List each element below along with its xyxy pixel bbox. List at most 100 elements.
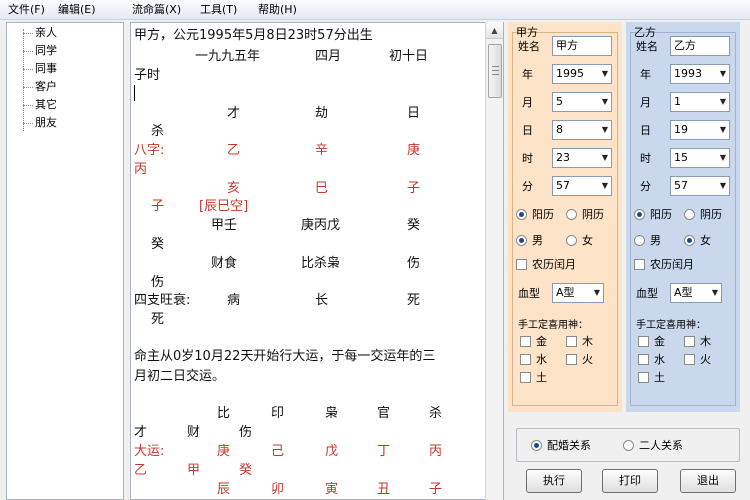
radio-pair-relation[interactable] bbox=[623, 440, 634, 451]
radio-lunar[interactable] bbox=[684, 209, 695, 220]
blood-select[interactable]: A型 ▼ bbox=[552, 283, 604, 303]
luck-stem-5: 丙 bbox=[429, 444, 443, 459]
element-checkbox-fire[interactable] bbox=[566, 354, 577, 365]
luck-branch-4: 丑 bbox=[377, 482, 391, 497]
element-checkbox-water[interactable] bbox=[520, 354, 531, 365]
hour-cn: 子时 bbox=[134, 68, 161, 83]
branch-day: 子 bbox=[407, 181, 421, 196]
radio-solar[interactable] bbox=[516, 209, 527, 220]
blood-select[interactable]: A型 ▼ bbox=[670, 283, 722, 303]
dayun-line-1: 命主从0岁10月22天开始行大运，于每一交运年的三 bbox=[134, 349, 436, 364]
male-label: 男 bbox=[532, 234, 543, 247]
contact-tree: 亲人 同学 同事 客户 其它 朋友 bbox=[6, 22, 124, 500]
manual-god-label: 手工定喜用神： bbox=[518, 320, 588, 331]
element-label-fire: 火 bbox=[700, 353, 711, 366]
female-label: 女 bbox=[700, 234, 711, 247]
vertical-scrollbar[interactable]: ▲ bbox=[485, 22, 503, 500]
luck-god-row2-2: 财 bbox=[187, 425, 201, 440]
element-label-wood: 木 bbox=[582, 335, 593, 348]
manual-god-label: 手工定喜用神： bbox=[636, 320, 706, 331]
hour-select[interactable]: 23 ▼ bbox=[552, 148, 612, 168]
radio-male[interactable] bbox=[634, 235, 645, 246]
element-checkbox-metal[interactable] bbox=[520, 336, 531, 347]
year-select[interactable]: 1993 ▼ bbox=[670, 64, 730, 84]
luck-row-b-1: 乙 bbox=[134, 463, 148, 478]
day-select[interactable]: 19 ▼ bbox=[670, 120, 730, 140]
radio-marriage-match[interactable] bbox=[531, 440, 542, 451]
hidden-gods-hour: 伤 bbox=[151, 275, 165, 290]
result-text-area[interactable]: 甲方，公元1995年5月8日23时57分出生 一九九五年 四月 初十日 子时 才… bbox=[130, 22, 504, 500]
minute-select[interactable]: 57 ▼ bbox=[552, 176, 612, 196]
stem-month: 辛 bbox=[315, 143, 329, 158]
menu-tools[interactable]: 工具(T) bbox=[200, 2, 237, 18]
luck-stem-3: 戊 bbox=[325, 444, 339, 459]
chevron-down-icon: ▼ bbox=[719, 153, 726, 162]
year-select[interactable]: 1995 ▼ bbox=[552, 64, 612, 84]
element-label-water: 水 bbox=[536, 353, 547, 366]
stem-year: 乙 bbox=[227, 143, 241, 158]
hidden-gods-day: 伤 bbox=[407, 256, 421, 271]
element-checkbox-wood[interactable] bbox=[566, 336, 577, 347]
pair-relation-label: 二人关系 bbox=[639, 439, 683, 452]
name-input[interactable]: 乙方 bbox=[670, 36, 730, 56]
solar-label: 阳历 bbox=[532, 208, 554, 221]
menu-help[interactable]: 帮助(H) bbox=[258, 2, 297, 18]
god-month: 劫 bbox=[315, 106, 329, 121]
solar-label: 阳历 bbox=[650, 208, 672, 221]
panel-title: 甲方 bbox=[516, 26, 538, 39]
scroll-up-arrow-icon[interactable]: ▲ bbox=[486, 22, 503, 39]
luck-row-b-2: 甲 bbox=[187, 463, 201, 478]
luck-god-row2-1: 才 bbox=[134, 425, 148, 440]
panel-person-b: 乙方 姓名 乙方 年 1993 ▼ 月 1 ▼ 日 19 ▼ 时 15 ▼ 分 57 ▼ … bbox=[626, 22, 740, 412]
chevron-down-icon: ▼ bbox=[719, 181, 726, 190]
chevron-down-icon: ▼ bbox=[601, 153, 608, 162]
leap-month-checkbox[interactable] bbox=[634, 259, 645, 270]
hidden-hour: 癸 bbox=[151, 237, 165, 252]
menu-file[interactable]: 文件(F) bbox=[8, 2, 45, 18]
app-window: 文件(F) 编辑(E) 流命篇(X) 工具(T) 帮助(H) 亲人 同学 同事 … bbox=[0, 0, 750, 500]
element-checkbox-earth[interactable] bbox=[520, 372, 531, 383]
bazi-label: 八字: bbox=[134, 143, 165, 158]
element-checkbox-fire[interactable] bbox=[684, 354, 695, 365]
name-label: 姓名 bbox=[636, 40, 658, 53]
leap-month-label: 农历闰月 bbox=[650, 258, 694, 271]
radio-lunar[interactable] bbox=[566, 209, 577, 220]
branch-month: 巳 bbox=[315, 181, 329, 196]
scroll-grip bbox=[492, 70, 499, 71]
element-checkbox-earth[interactable] bbox=[638, 372, 649, 383]
day-select[interactable]: 8 ▼ bbox=[552, 120, 612, 140]
leap-month-checkbox[interactable] bbox=[516, 259, 527, 270]
print-button[interactable]: 打印 bbox=[602, 469, 658, 493]
radio-male[interactable] bbox=[516, 235, 527, 246]
element-checkbox-water[interactable] bbox=[638, 354, 649, 365]
luck-stem-2: 己 bbox=[271, 444, 285, 459]
scroll-thumb[interactable] bbox=[488, 44, 502, 98]
radio-female[interactable] bbox=[566, 235, 577, 246]
menu-edit[interactable]: 编辑(E) bbox=[58, 2, 96, 18]
radio-female[interactable] bbox=[684, 235, 695, 246]
wangshuai-month: 长 bbox=[315, 293, 329, 308]
dayun-line-2: 月初二日交运。 bbox=[134, 369, 226, 384]
chevron-down-icon: ▼ bbox=[719, 125, 726, 134]
run-button[interactable]: 执行 bbox=[526, 469, 582, 493]
day-label: 日 bbox=[640, 124, 651, 137]
radio-solar[interactable] bbox=[634, 209, 645, 220]
chevron-down-icon: ▼ bbox=[601, 125, 608, 134]
luck-stem-1: 庚 bbox=[217, 444, 231, 459]
branch-hour: 子 bbox=[151, 199, 165, 214]
chevron-down-icon: ▼ bbox=[601, 181, 608, 190]
scroll-grip bbox=[492, 66, 499, 67]
year-label: 年 bbox=[640, 68, 651, 81]
wangshuai-hour: 死 bbox=[151, 312, 165, 327]
luck-stem-4: 丁 bbox=[377, 444, 391, 459]
element-checkbox-wood[interactable] bbox=[684, 336, 695, 347]
minute-select[interactable]: 57 ▼ bbox=[670, 176, 730, 196]
exit-button[interactable]: 退出 bbox=[680, 469, 736, 493]
menu-fate[interactable]: 流命篇(X) bbox=[132, 2, 181, 18]
month-select[interactable]: 5 ▼ bbox=[552, 92, 612, 112]
name-input[interactable]: 甲方 bbox=[552, 36, 612, 56]
element-checkbox-metal[interactable] bbox=[638, 336, 649, 347]
month-select[interactable]: 1 ▼ bbox=[670, 92, 730, 112]
hour-select[interactable]: 15 ▼ bbox=[670, 148, 730, 168]
hour-label: 时 bbox=[640, 152, 651, 165]
